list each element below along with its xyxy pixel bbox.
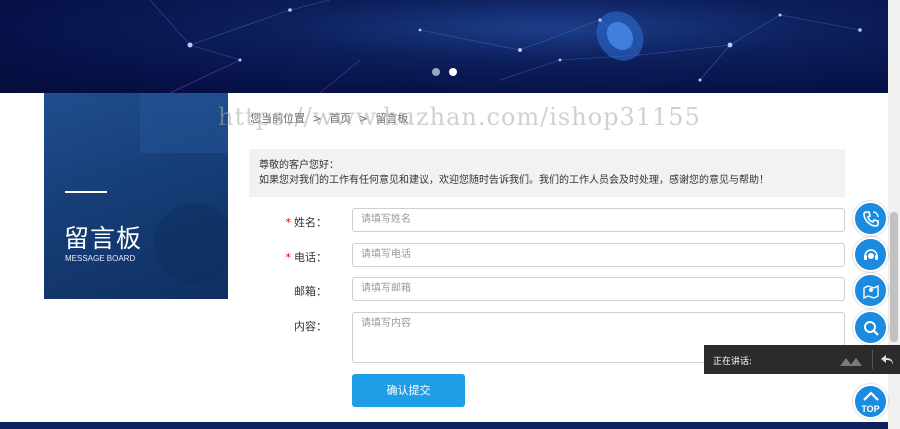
map-pin-icon — [863, 284, 879, 300]
slider-dot-1[interactable] — [432, 68, 440, 76]
support-float-button[interactable] — [853, 237, 888, 272]
search-icon — [864, 321, 879, 336]
chat-reply-icon[interactable] — [880, 353, 894, 367]
chat-status-bar[interactable]: 正在讲话: — [704, 345, 900, 374]
network-graphic — [149, 0, 862, 93]
submit-button[interactable]: 确认提交 — [352, 374, 465, 407]
required-mark: * — [285, 251, 292, 264]
panel-background — [140, 93, 228, 283]
phone-float-button[interactable] — [853, 201, 888, 236]
hero-banner — [0, 0, 888, 93]
phone-label: * 电话： — [249, 249, 328, 265]
top-label: TOP — [861, 404, 880, 414]
section-title: 留言板 — [64, 224, 143, 253]
name-input[interactable]: 请填写姓名 — [352, 208, 845, 232]
chat-divider — [872, 350, 873, 369]
content-label: 内容： — [294, 320, 327, 333]
phone-input[interactable]: 请填写电话 — [352, 243, 845, 267]
watermark-text: https://www.huzhan.com/ishop31155 — [218, 103, 701, 131]
email-label: 邮箱： — [294, 285, 327, 298]
name-label-text: 姓名： — [294, 216, 327, 229]
notice-greeting: 尊敬的客户您好： — [259, 160, 339, 171]
location-float-button[interactable] — [853, 273, 888, 308]
chat-status-text: 正在讲话: — [713, 357, 753, 367]
chat-signal-icon — [840, 358, 862, 366]
required-mark: * — [285, 216, 292, 229]
scrollbar-thumb[interactable] — [890, 212, 898, 342]
section-title-panel: 留言板 MESSAGE BOARD — [44, 93, 228, 299]
phone-label-text: 电话： — [294, 251, 327, 264]
title-underline — [65, 191, 107, 193]
section-subtitle: MESSAGE BOARD — [65, 254, 136, 263]
search-float-button[interactable] — [853, 310, 888, 345]
phone-icon — [863, 211, 879, 227]
notice-message: 如果您对我们的工作有任何意见和建议，欢迎您随时告诉我们。我们的工作人员会及时处理… — [259, 175, 769, 186]
back-to-top-button[interactable]: TOP — [853, 384, 888, 419]
email-input[interactable]: 请填写邮箱 — [352, 277, 845, 301]
notice-box: 尊敬的客户您好： 如果您对我们的工作有任何意见和建议，欢迎您随时告诉我们。我们的… — [249, 149, 845, 197]
name-label: * 姓名： — [249, 214, 328, 230]
footer-strip — [0, 422, 888, 429]
arrow-up-icon — [863, 391, 879, 401]
slider-dot-2[interactable] — [449, 68, 457, 76]
headset-icon — [864, 249, 878, 260]
